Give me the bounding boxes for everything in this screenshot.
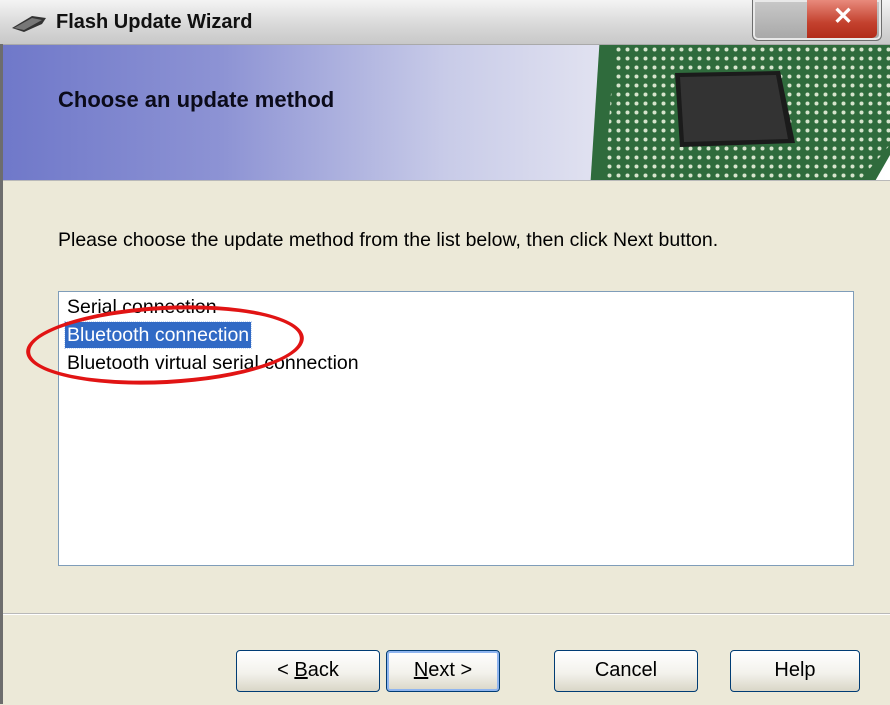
window-close-button[interactable]: ✕ [752,0,882,41]
window-title: Flash Update Wizard [56,11,253,33]
cancel-button[interactable]: Cancel [554,650,698,692]
title-bar[interactable]: Flash Update Wizard ✕ [0,0,890,45]
instruction-text: Please choose the update method from the… [58,229,719,251]
wizard-header: Choose an update method [0,45,890,181]
wizard-window: Flash Update Wizard ✕ Choose an update m… [0,0,890,705]
help-button[interactable]: Help [730,650,860,692]
next-button[interactable]: Next > [386,650,500,692]
chip-icon [590,45,890,180]
wizard-body: Please choose the update method from the… [0,181,890,611]
back-button[interactable]: < Back [236,650,380,692]
close-icon: ✕ [833,3,854,30]
page-title: Choose an update method [58,87,335,112]
wizard-app-icon [12,16,46,32]
button-bar: < Back Next > Cancel Help [0,613,890,705]
window-border [0,44,3,704]
